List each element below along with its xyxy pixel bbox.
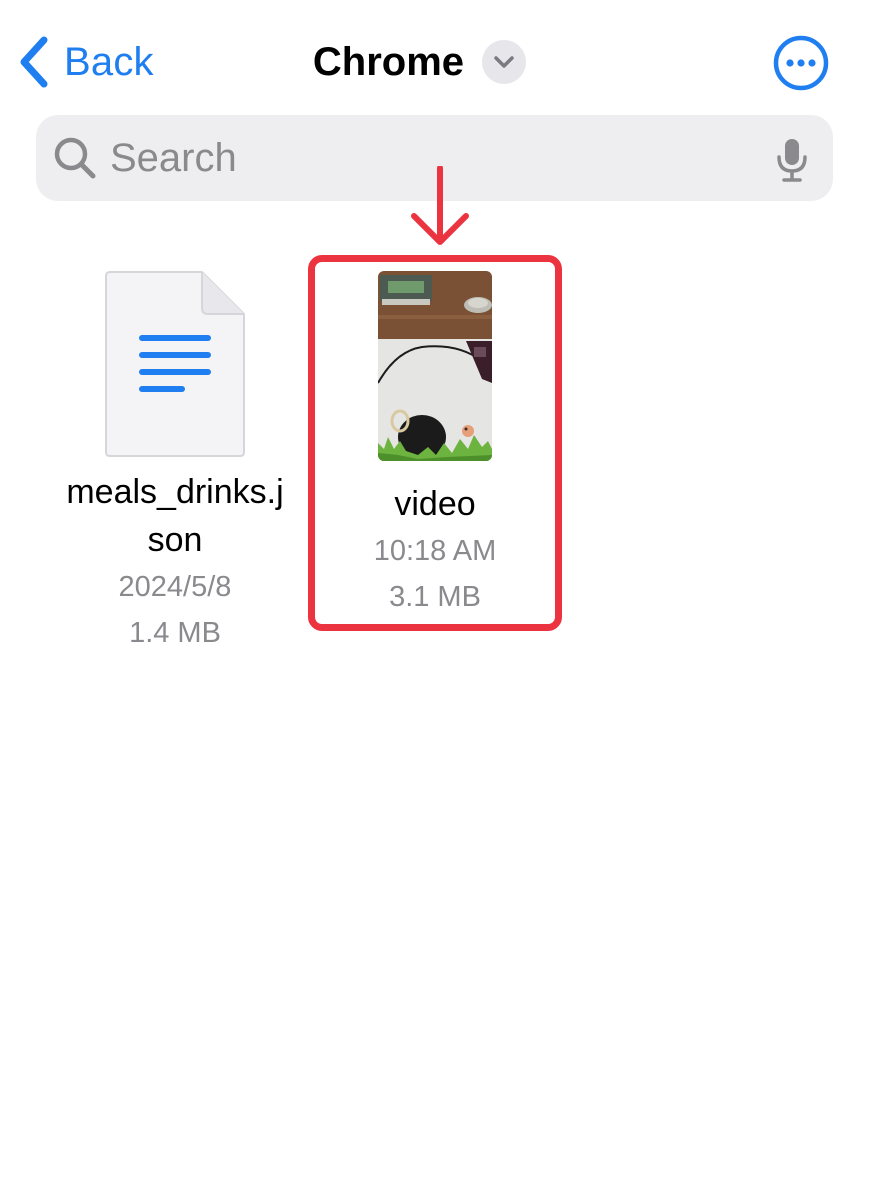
title-group: Chrome [0,36,869,88]
file-item-meals-drinks-json[interactable]: meals_drinks.json 2024/5/8 1.4 MB [60,268,290,656]
page-title: Chrome [312,39,465,84]
file-item-video[interactable]: video 10:18 AM 3.1 MB [308,255,562,631]
more-options-button[interactable] [773,35,829,91]
file-size: 1.4 MB [129,617,221,649]
file-name: meals_drinks.json [66,473,284,559]
title-menu-button[interactable] [482,40,527,84]
file-name: video [394,485,476,523]
annotation-arrow [411,166,469,245]
chevron-down-icon [494,56,514,68]
ellipsis-circle-icon [773,35,829,91]
file-date: 10:18 AM [373,535,497,567]
microphone-icon[interactable] [772,137,812,183]
video-thumbnail [378,271,492,461]
search-icon [54,137,96,179]
file-size: 3.1 MB [389,581,481,613]
file-date: 2024/5/8 [118,571,232,603]
document-icon [105,271,245,457]
video-text: video 10:18 AM 3.1 MB [315,480,555,620]
